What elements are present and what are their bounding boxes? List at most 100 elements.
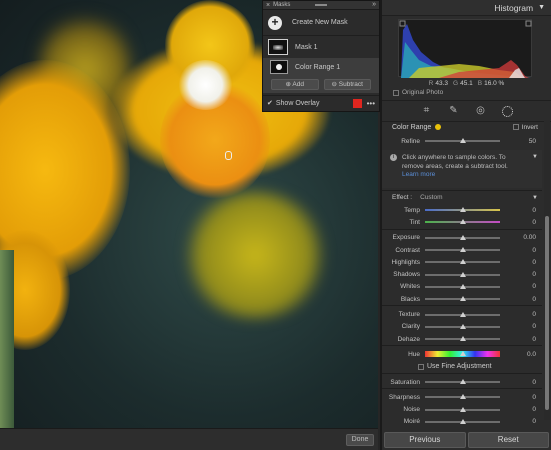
noise-track[interactable] <box>425 406 500 412</box>
info-collapse-icon[interactable]: ▼ <box>532 154 538 184</box>
checkmark-icon[interactable]: ✔ <box>267 99 273 107</box>
contrast-knob[interactable] <box>459 247 466 253</box>
blacks-slider-row[interactable]: Blacks 0 <box>382 293 542 305</box>
clarity-value[interactable]: 0 <box>532 323 536 330</box>
contrast-track[interactable] <box>425 247 500 253</box>
fine-adjustment-checkbox[interactable] <box>418 363 424 370</box>
exposure-value[interactable]: 0.00 <box>523 234 536 241</box>
temp-slider-row[interactable]: Temp 0 <box>382 204 542 216</box>
contrast-slider-row[interactable]: Contrast 0 <box>382 244 542 256</box>
hue-slider-row[interactable]: Hue 0.0 <box>382 348 542 360</box>
texture-track[interactable] <box>425 311 500 317</box>
shadow-clipping-indicator[interactable] <box>399 20 406 27</box>
shadows-knob[interactable] <box>459 271 466 277</box>
whites-value[interactable]: 0 <box>532 283 536 290</box>
whites-track[interactable] <box>425 283 500 289</box>
invert-checkbox[interactable] <box>512 124 519 130</box>
show-overlay-row[interactable]: ✔ Show Overlay ••• <box>263 95 379 110</box>
refine-knob[interactable] <box>459 138 466 143</box>
sharpness-knob[interactable] <box>459 394 466 400</box>
moir-value[interactable]: 0 <box>532 418 536 425</box>
blacks-knob[interactable] <box>459 296 466 302</box>
done-button[interactable]: Done <box>346 434 374 446</box>
subtract-button[interactable]: ⊖ Subtract <box>323 79 371 90</box>
whites-knob[interactable] <box>459 283 466 289</box>
mask-component-color-range[interactable]: Color Range 1 <box>263 58 379 76</box>
create-new-mask-button[interactable]: + Create New Mask <box>263 10 379 36</box>
mask-item-mask-1[interactable]: Mask 1 <box>263 36 379 58</box>
checkbox[interactable] <box>393 89 399 96</box>
highlight-clipping-indicator[interactable] <box>525 20 532 27</box>
clarity-slider-row[interactable]: Clarity 0 <box>382 321 542 333</box>
hue-value[interactable]: 0.0 <box>527 351 536 358</box>
more-options-icon[interactable]: ••• <box>367 99 375 108</box>
effect-preset-dropdown[interactable]: Custom <box>420 194 442 201</box>
refine-slider-row[interactable]: Refine 50 <box>382 134 542 148</box>
effect-header[interactable]: Effect : Custom ▼ <box>382 191 542 204</box>
dehaze-knob[interactable] <box>459 336 466 342</box>
healing-icon[interactable]: ✎ <box>448 105 460 117</box>
tint-knob[interactable] <box>459 219 466 225</box>
texture-knob[interactable] <box>459 311 466 317</box>
clarity-knob[interactable] <box>459 323 466 329</box>
temp-track[interactable] <box>425 207 500 213</box>
reset-button[interactable]: Reset <box>467 432 549 448</box>
drag-handle-icon[interactable] <box>315 4 327 6</box>
sharpness-track[interactable] <box>425 394 500 400</box>
previous-button[interactable]: Previous <box>384 432 466 448</box>
contrast-value[interactable]: 0 <box>532 247 536 254</box>
histogram-header[interactable]: Histogram ▼ <box>382 0 551 16</box>
hue-track[interactable] <box>425 351 500 358</box>
overlay-color-swatch[interactable] <box>352 98 362 108</box>
learn-more-link[interactable]: Learn more <box>402 171 435 178</box>
shadows-value[interactable]: 0 <box>532 271 536 278</box>
original-photo-toggle[interactable]: Original Photo <box>382 87 551 98</box>
exposure-track[interactable] <box>425 234 500 240</box>
hue-knob[interactable] <box>459 351 466 357</box>
moir-slider-row[interactable]: Moiré 0 <box>382 416 542 428</box>
collapse-triangle-icon[interactable]: ▼ <box>538 4 545 11</box>
dehaze-track[interactable] <box>425 336 500 342</box>
saturation-knob[interactable] <box>459 379 466 384</box>
sharpness-slider-row[interactable]: Sharpness 0 <box>382 391 542 403</box>
scrollbar-thumb[interactable] <box>545 216 549 410</box>
sharpness-value[interactable]: 0 <box>532 394 536 401</box>
clarity-track[interactable] <box>425 323 500 329</box>
texture-slider-row[interactable]: Texture 0 <box>382 308 542 320</box>
tint-track[interactable] <box>425 219 500 225</box>
shadows-track[interactable] <box>425 271 500 277</box>
highlights-track[interactable] <box>425 259 500 265</box>
blacks-track[interactable] <box>425 296 500 302</box>
texture-value[interactable]: 0 <box>532 311 536 318</box>
red-eye-icon[interactable]: ◎ <box>475 105 487 117</box>
temp-knob[interactable] <box>459 207 466 213</box>
moir-knob[interactable] <box>459 418 466 424</box>
tint-value[interactable]: 0 <box>532 219 536 226</box>
exposure-knob[interactable] <box>459 234 466 240</box>
shadows-slider-row[interactable]: Shadows 0 <box>382 268 542 280</box>
highlights-slider-row[interactable]: Highlights 0 <box>382 256 542 268</box>
masking-icon[interactable] <box>501 105 513 117</box>
highlights-value[interactable]: 0 <box>532 259 536 266</box>
masks-panel-header[interactable]: × Masks » <box>263 1 379 10</box>
dehaze-slider-row[interactable]: Dehaze 0 <box>382 333 542 345</box>
effect-collapse-icon[interactable]: ▼ <box>532 195 538 201</box>
noise-value[interactable]: 0 <box>532 406 536 413</box>
saturation-slider-row[interactable]: Saturation 0 <box>382 376 542 388</box>
masks-panel[interactable]: × Masks » + Create New Mask Mask 1 Color… <box>262 0 380 112</box>
histogram-graph[interactable] <box>398 19 532 78</box>
fine-adjustment-row[interactable]: Use Fine Adjustment <box>382 361 542 373</box>
saturation-track[interactable] <box>425 379 500 384</box>
noise-knob[interactable] <box>459 406 466 412</box>
saturation-value[interactable]: 0 <box>532 379 536 386</box>
panel-scrollbar[interactable] <box>544 120 550 420</box>
close-icon[interactable]: × <box>266 2 270 9</box>
highlights-knob[interactable] <box>459 259 466 265</box>
exposure-slider-row[interactable]: Exposure 0.00 <box>382 232 542 244</box>
collapse-icon[interactable]: » <box>372 1 376 8</box>
temp-value[interactable]: 0 <box>532 207 536 214</box>
dehaze-value[interactable]: 0 <box>532 336 536 343</box>
refine-value[interactable]: 50 <box>529 138 536 145</box>
tint-slider-row[interactable]: Tint 0 <box>382 216 542 228</box>
crop-icon[interactable]: ⌗ <box>421 105 433 117</box>
